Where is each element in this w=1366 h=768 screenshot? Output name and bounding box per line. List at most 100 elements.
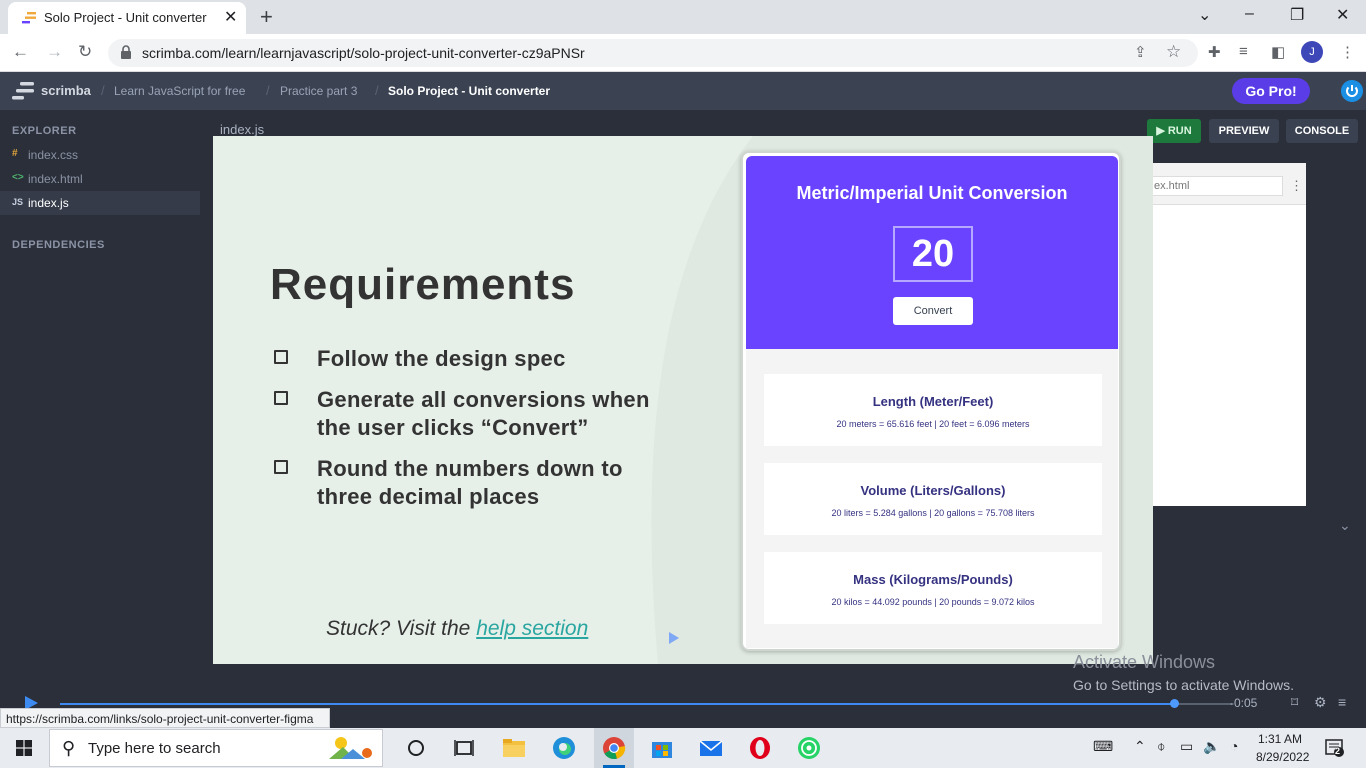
number-input[interactable]: 20 <box>893 226 973 282</box>
omnibox[interactable]: scrimba.com/learn/learnjavascript/solo-p… <box>108 39 1198 67</box>
html-file-icon: <> <box>12 172 24 183</box>
breadcrumb-section[interactable]: Practice part 3 <box>280 84 357 98</box>
reading-list-icon[interactable]: ≡ <box>1239 43 1248 60</box>
requirement-line: Round the numbers down to <box>317 456 623 481</box>
scrimba-logo-icon[interactable] <box>12 82 34 100</box>
checkbox-icon <box>274 350 288 364</box>
play-icon: ▶ <box>1156 125 1168 137</box>
video-progress-played[interactable] <box>60 703 1174 705</box>
css-file-icon: # <box>12 148 18 159</box>
battery-icon[interactable]: ▭ <box>1180 738 1193 755</box>
keyboard-layout-icon[interactable]: ⌨ <box>1093 738 1113 755</box>
power-icon[interactable] <box>1341 80 1363 102</box>
tab-close-icon[interactable]: ✕ <box>224 7 237 27</box>
settings-gear-icon[interactable]: ⚙ <box>1314 694 1327 711</box>
back-icon[interactable]: ← <box>12 42 29 62</box>
preview-button[interactable]: PREVIEW <box>1209 119 1279 143</box>
opera-browser-icon[interactable] <box>748 736 772 760</box>
result-title: Length (Meter/Feet) <box>872 394 994 409</box>
result-text: 20 meters = 65.616 feet | 20 feet = 6.09… <box>836 419 1030 429</box>
scrimba-brand[interactable]: scrimba <box>41 83 91 98</box>
wifi-icon[interactable]: ◔ <box>1230 738 1238 754</box>
file-name: index.html <box>28 172 83 186</box>
file-name: index.css <box>28 148 79 162</box>
activate-windows-watermark: Activate Windows <box>1073 652 1216 672</box>
requirement-item: Generate all conversions when the user c… <box>317 386 650 442</box>
requirement-line: three decimal places <box>317 484 540 509</box>
result-title: Volume (Liters/Gallons) <box>860 483 1006 498</box>
windows-start-icon[interactable] <box>16 740 32 756</box>
file-item-index-html[interactable]: <> index.html <box>0 167 200 191</box>
breadcrumb-course[interactable]: Learn JavaScript for free <box>114 84 245 98</box>
preview-url-field[interactable]: ex.html <box>1152 176 1283 196</box>
file-name: index.js <box>28 196 69 210</box>
cortana-icon[interactable] <box>404 736 428 760</box>
converter-results: Length (Meter/Feet) 20 meters = 65.616 f… <box>746 349 1118 648</box>
search-icon: ⚲ <box>62 738 76 758</box>
preview-pane <box>1152 163 1306 506</box>
tab-title: Solo Project - Unit converter <box>44 10 207 25</box>
lesson-slide: Requirements Follow the design spec Gene… <box>213 136 1153 664</box>
help-prompt-text: Stuck? Visit the <box>326 617 471 640</box>
js-file-icon: JS <box>12 197 24 207</box>
breadcrumb-separator: / <box>266 83 270 98</box>
forward-icon[interactable]: → <box>46 42 63 62</box>
chevron-down-icon[interactable]: ⌄ <box>1339 517 1351 534</box>
help-prompt: Stuck? Visit the help section <box>326 617 588 641</box>
editor-tab[interactable]: index.js <box>220 122 264 137</box>
bookmark-star-icon[interactable]: ☆ <box>1166 42 1181 62</box>
file-explorer-icon[interactable] <box>502 736 526 760</box>
browser-tab[interactable]: Solo Project - Unit converter ✕ <box>8 2 246 34</box>
side-panel-icon[interactable]: ◧ <box>1271 43 1285 61</box>
edge-browser-icon[interactable] <box>552 736 576 760</box>
file-item-index-css[interactable]: # index.css <box>0 143 200 167</box>
chrome-browser-icon[interactable] <box>602 736 626 760</box>
console-button[interactable]: CONSOLE <box>1286 119 1358 143</box>
microsoft-store-icon[interactable] <box>650 736 674 760</box>
checkbox-icon <box>274 391 288 405</box>
taskbar-time[interactable]: 1:31 AM <box>1258 732 1302 746</box>
help-section-link[interactable]: help section <box>476 617 588 640</box>
file-item-index-js[interactable]: JS index.js <box>0 191 200 215</box>
breadcrumb-separator: / <box>101 83 105 98</box>
notification-count: 2 <box>1335 746 1341 756</box>
task-view-icon[interactable] <box>452 736 476 760</box>
convert-button[interactable]: Convert <box>893 297 973 325</box>
new-tab-icon[interactable]: + <box>260 4 273 30</box>
window-close-icon[interactable]: ✕ <box>1336 5 1349 25</box>
whatsapp-icon[interactable] <box>797 736 821 760</box>
file-explorer-sidebar: EXPLORER # index.css <> index.html JS in… <box>0 110 200 728</box>
dependencies-heading[interactable]: DEPENDENCIES <box>12 239 105 251</box>
reload-icon[interactable]: ↻ <box>78 42 92 62</box>
profile-avatar[interactable]: J <box>1301 41 1323 63</box>
meet-now-icon[interactable]: ⌽ <box>1157 738 1165 755</box>
go-pro-button[interactable]: Go Pro! <box>1232 78 1310 104</box>
result-text: 20 liters = 5.284 gallons | 20 gallons =… <box>831 508 1035 518</box>
result-text: 20 kilos = 44.092 pounds | 20 pounds = 9… <box>831 597 1035 607</box>
search-placeholder: Type here to search <box>88 740 221 757</box>
video-progress-remaining[interactable] <box>1174 703 1232 705</box>
show-hidden-icons-chevron-icon[interactable]: ⌃ <box>1134 738 1146 755</box>
bookmark-icon[interactable]: ⌑ <box>1291 694 1298 711</box>
run-button[interactable]: ▶ RUN <box>1147 119 1201 143</box>
tab-search-chevron-icon[interactable]: ⌄ <box>1198 5 1211 25</box>
result-card-length: Length (Meter/Feet) 20 meters = 65.616 f… <box>764 374 1102 446</box>
requirement-line: the user clicks “Convert” <box>317 415 589 440</box>
menu-icon[interactable]: ≡ <box>1338 694 1346 710</box>
url-text: scrimba.com/learn/learnjavascript/solo-p… <box>142 45 585 61</box>
minimize-icon[interactable]: – <box>1245 5 1254 23</box>
preview-menu-icon[interactable]: ⋮ <box>1290 178 1303 194</box>
restore-icon[interactable]: ❐ <box>1290 5 1304 25</box>
mail-icon[interactable] <box>699 736 723 760</box>
video-scrubber-handle[interactable] <box>1170 699 1179 708</box>
slide-title: Requirements <box>270 260 576 309</box>
share-icon[interactable]: ⇪ <box>1134 43 1147 61</box>
browser-menu-icon[interactable]: ⋮ <box>1340 43 1355 61</box>
requirement-item: Follow the design spec <box>317 345 566 373</box>
requirement-line: Generate all conversions when <box>317 387 650 412</box>
volume-icon[interactable]: 🔈 <box>1203 738 1220 755</box>
converter-title: Metric/Imperial Unit Conversion <box>796 183 1068 203</box>
weather-widget-icon[interactable] <box>325 733 375 763</box>
taskbar-date[interactable]: 8/29/2022 <box>1256 750 1309 764</box>
extensions-icon[interactable]: ✚ <box>1208 43 1221 61</box>
